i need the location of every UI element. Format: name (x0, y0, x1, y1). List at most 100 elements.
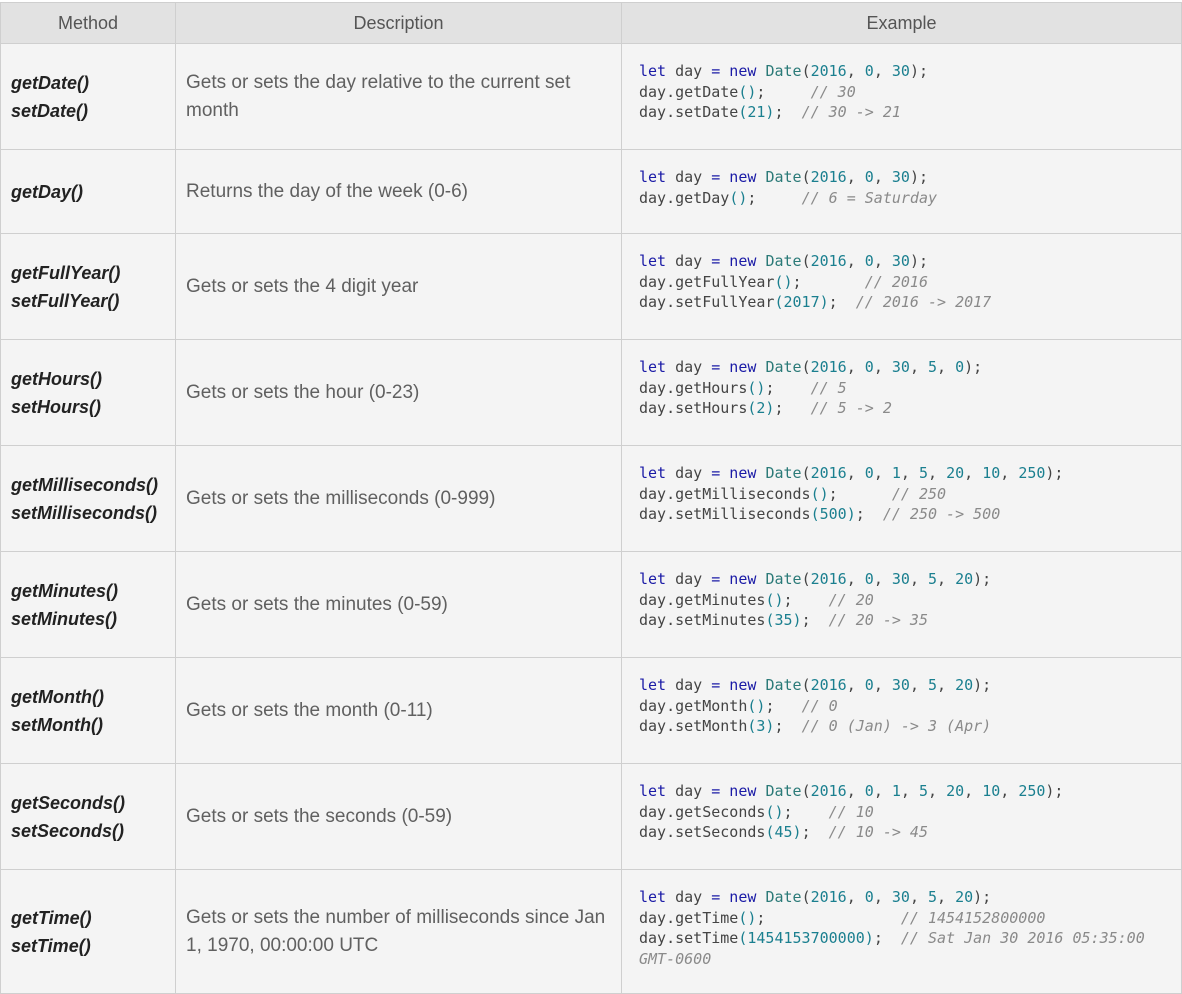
method-cell: getDate() setDate() (0, 43, 176, 150)
code-token: day.setDate (639, 103, 739, 121)
code-token: ; (747, 188, 802, 207)
code-token: , (900, 782, 919, 800)
code-token: 20 (946, 782, 965, 800)
code-token: ); (1045, 464, 1064, 482)
method-name: setMinutes() (11, 608, 118, 629)
method-name: getMilliseconds() (11, 474, 159, 495)
code-block: let day = new Date(2016, 0, 30); day.getD… (639, 44, 1171, 123)
code-token: 10 (982, 464, 1001, 482)
code-token: ; (774, 399, 811, 417)
code-token: 30 (891, 888, 910, 906)
code-token: , (937, 358, 956, 376)
code-token: , (873, 358, 892, 376)
method-cell: getHours() setHours() (0, 339, 176, 446)
code-token: 30 (891, 62, 910, 80)
code-block: let day = new Date(2016, 0, 30); day.getD… (639, 150, 1171, 208)
table-header: Method Description Example (0, 2, 1182, 44)
example-cell: let day = new Date(2016, 0, 1, 5, 20, 10… (621, 763, 1182, 870)
code-token: new (720, 464, 766, 482)
code-token: new (720, 782, 766, 800)
code-block: let day = new Date(2016, 0, 30, 5, 0); da… (639, 340, 1171, 419)
header-description: Description (175, 2, 622, 44)
code-token: , (846, 782, 865, 800)
code-block: let day = new Date(2016, 0, 1, 5, 20, 10… (639, 764, 1171, 843)
code-line: day.setMonth(3); // 0 (Jan) -> 3 (Apr) (639, 716, 1171, 737)
code-token: // 5 (810, 378, 847, 397)
code-token: ); (964, 358, 983, 376)
code-token: 30 (891, 570, 910, 588)
code-token: () (765, 590, 784, 609)
code-token: ); (909, 62, 928, 80)
code-token: (3) (747, 717, 775, 735)
code-token: day.getHours (639, 378, 748, 397)
code-token: day (666, 62, 712, 80)
code-token: , (873, 676, 892, 694)
code-token: day (666, 888, 712, 906)
code-token: day.setMilliseconds (639, 505, 811, 523)
code-token: // 2016 (864, 272, 928, 291)
method-cell: getMonth() setMonth() (0, 657, 176, 764)
code-token: day (666, 782, 712, 800)
description-cell: Gets or sets the hour (0-23) (175, 339, 622, 446)
code-token: let (639, 676, 667, 694)
code-token: , (909, 358, 928, 376)
code-token: , (873, 570, 892, 588)
code-token: // 30 -> 21 (801, 103, 901, 121)
code-token: (2) (747, 399, 775, 417)
code-token: , (964, 464, 983, 482)
code-line: let day = new Date(2016, 0, 30, 5, 20); (639, 887, 1171, 908)
example-cell: let day = new Date(2016, 0, 1, 5, 20, 10… (621, 445, 1182, 552)
code-token: day (666, 168, 712, 186)
code-token: // 10 (828, 802, 874, 821)
code-token: ; (792, 272, 865, 291)
code-token: , (937, 676, 956, 694)
code-token: 5 (928, 888, 938, 906)
code-token: ); (973, 676, 992, 694)
code-token: 2016 (810, 464, 847, 482)
code-token: Date (765, 252, 802, 270)
code-token: day.getMinutes (639, 590, 766, 609)
code-token: , (846, 62, 865, 80)
code-token: ( (801, 358, 811, 376)
code-token: 2016 (810, 252, 847, 270)
code-token: Date (765, 676, 802, 694)
code-token: , (928, 464, 947, 482)
code-token: // 10 -> 45 (828, 823, 928, 841)
code-token: new (720, 252, 766, 270)
code-token: 2016 (810, 168, 847, 186)
method-name: setSeconds() (11, 820, 125, 841)
code-token: (35) (765, 611, 802, 629)
code-token: Date (765, 464, 802, 482)
code-token: ; (756, 908, 901, 927)
code-token: ; (765, 696, 802, 715)
code-token: , (846, 888, 865, 906)
code-token: (21) (738, 103, 775, 121)
example-cell: let day = new Date(2016, 0, 30, 5, 0); da… (621, 339, 1182, 446)
code-token: () (747, 378, 766, 397)
code-token: 1 (891, 782, 901, 800)
code-block: let day = new Date(2016, 0, 30, 5, 20); d… (639, 658, 1171, 737)
method-name: getDay() (11, 181, 84, 202)
code-block: let day = new Date(2016, 0, 30); day.getF… (639, 234, 1171, 313)
code-token: ( (801, 252, 811, 270)
code-token: day.setHours (639, 399, 748, 417)
code-token: , (900, 464, 919, 482)
description-cell: Returns the day of the week (0-6) (175, 149, 622, 234)
code-token: day.getMonth (639, 696, 748, 715)
code-token: 5 (918, 464, 928, 482)
code-line: day.setSeconds(45); // 10 -> 45 (639, 822, 1171, 843)
code-token: () (729, 188, 748, 207)
code-token: day.setFullYear (639, 293, 775, 311)
code-token: ); (909, 168, 928, 186)
code-line: let day = new Date(2016, 0, 30, 5, 20); (639, 569, 1171, 590)
code-token: ( (801, 464, 811, 482)
code-token: 0 (864, 464, 874, 482)
table-row: getDate() setDate() Gets or sets the day r… (0, 43, 1182, 150)
code-token: , (873, 782, 892, 800)
code-token: 5 (928, 358, 938, 376)
code-token: day (666, 252, 712, 270)
code-token: , (846, 252, 865, 270)
code-token: ); (973, 570, 992, 588)
code-token: () (810, 484, 829, 503)
code-token: ; (828, 293, 856, 311)
